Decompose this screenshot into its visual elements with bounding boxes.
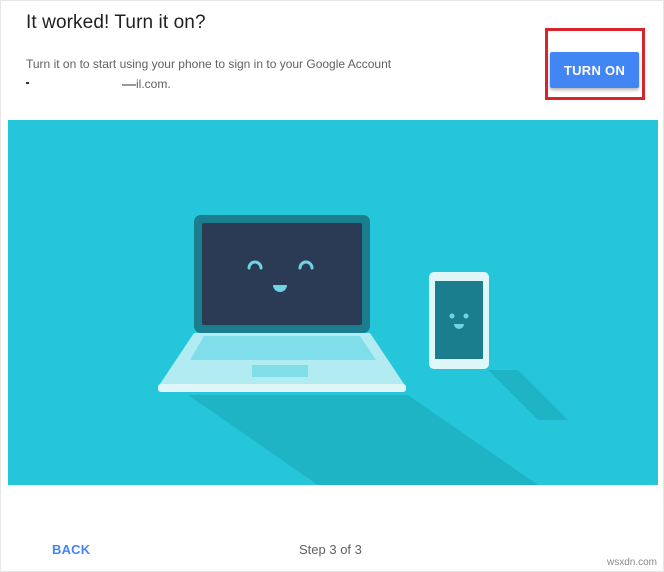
account-email-suffix: il.com.: [136, 77, 171, 91]
illustration-panel: [8, 120, 658, 485]
dialog-title: It worked! Turn it on?: [26, 12, 206, 33]
laptop-shadow: [188, 395, 538, 485]
account-email: il.com.: [26, 77, 171, 91]
dialog-subtitle: Turn it on to start using your phone to …: [26, 57, 392, 71]
back-button[interactable]: BACK: [52, 542, 90, 557]
masked-email-part: [26, 78, 136, 88]
turn-on-button[interactable]: TURN ON: [550, 52, 639, 88]
dialog: It worked! Turn it on? Turn it on to sta…: [0, 0, 664, 572]
phone-shadow: [488, 370, 568, 420]
watermark: wsxdn.com: [606, 557, 657, 568]
laptop-illustration: [158, 215, 406, 392]
phone-illustration: [429, 272, 489, 369]
step-indicator: Step 3 of 3: [299, 542, 362, 557]
devices-illustration: [158, 215, 568, 485]
